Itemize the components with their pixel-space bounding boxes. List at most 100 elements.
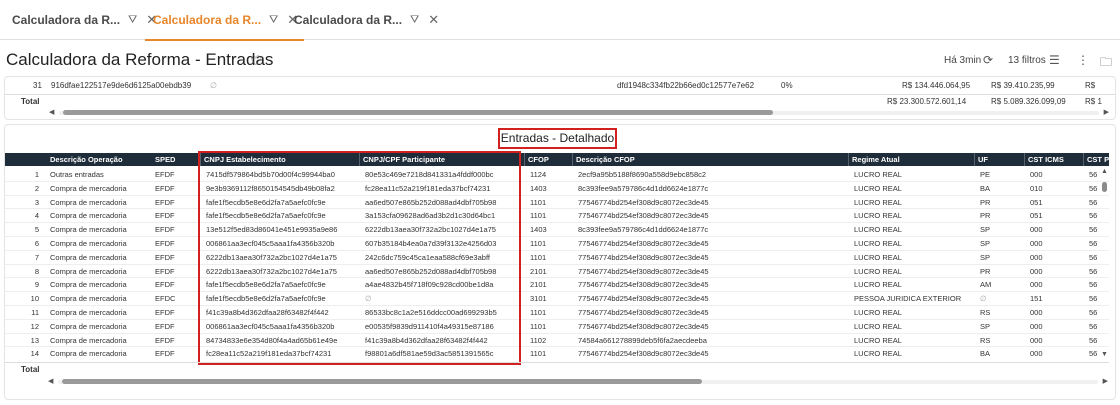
total-value: R$ 5.089.326.099,09 [991, 97, 1066, 106]
row-number: 10 [30, 294, 39, 304]
table-cell: 77546774bd254ef308d9c8072ec3de45 [578, 197, 709, 207]
table-row[interactable]: 8 Compra de mercadoria EFDF 6222db13aea30f7… [5, 265, 1109, 279]
table-cell: LUCRO REAL [854, 170, 902, 179]
table-cell: 74584a661278899deb5f6fa2aecdeeba [578, 335, 707, 345]
row-number: 9 [34, 280, 39, 290]
table-cell: 151 [1030, 294, 1043, 304]
column-header[interactable]: Descrição CFOP [572, 153, 635, 166]
table-cell: 56 [1089, 308, 1098, 317]
table-cell: 77546774bd254ef308d9c8072ec3de45 [578, 321, 709, 331]
table-cell: LUCRO REAL [854, 335, 902, 345]
table-cell: LUCRO REAL [854, 211, 902, 221]
column-header[interactable]: CFOP [524, 153, 549, 166]
scroll-right-icon[interactable]: ▶ [1104, 108, 1109, 116]
table-cell: Compra de mercadoria [50, 197, 127, 207]
table-cell: 010 [1030, 183, 1043, 193]
vertical-scrollbar[interactable]: ▲ ▼ [1100, 168, 1109, 358]
table-row[interactable]: 10 Compra de mercadoria EFDC fafe1f5ecdb5e8… [5, 292, 1109, 306]
table-row[interactable]: 6 Compra de mercadoria EFDF 006861aa3ecf045… [5, 237, 1109, 251]
table-cell: Compra de mercadoria [50, 211, 127, 221]
table-row[interactable]: 5 Compra de mercadoria EFDF 13e512f5ed83d86… [5, 223, 1109, 237]
row-number: 8 [34, 266, 39, 276]
tab-2[interactable]: Calculadora da R... ⛛ ✕ [144, 0, 305, 41]
table-cell: 1102 [530, 335, 547, 345]
table-cell: EFDF [155, 252, 175, 262]
table-row[interactable]: 3 Compra de mercadoria EFDF fafe1f5ecdb5e8e… [5, 196, 1109, 210]
filters-count[interactable]: 13 filtros [1008, 55, 1046, 66]
table-cell: BA [980, 349, 991, 359]
heart-icon[interactable]: ♡ [250, 53, 262, 69]
scroll-right-icon[interactable]: ▶ [1103, 377, 1108, 385]
scroll-thumb[interactable] [62, 379, 702, 384]
scroll-left-icon[interactable]: ◀ [49, 108, 54, 116]
table-row[interactable]: 11 Compra de mercadoria EFDF f41c39a8b4d362… [5, 306, 1109, 320]
table-header: Descrição Operação SPED CNPJ Estabelecim… [5, 153, 1111, 166]
row-number: 12 [30, 321, 39, 331]
table-cell: PESSOA JURIDICA EXTERIOR [854, 294, 962, 304]
row-number: 11 [31, 308, 39, 317]
horizontal-scrollbar[interactable]: ◀ ▶ [49, 108, 1109, 117]
refresh-icon[interactable]: ⟳ [983, 53, 993, 67]
close-icon[interactable]: ✕ [428, 12, 439, 28]
table-row[interactable]: 14 Compra de mercadoria EFDF fc28ea11c52a21… [5, 347, 1109, 360]
tab-1[interactable]: Calculadora da R... ⛛ ✕ [12, 0, 157, 40]
table-cell: EFDF [155, 239, 175, 248]
table-cell: Compra de mercadoria [50, 308, 127, 317]
table-cell: BA [980, 183, 991, 193]
table-cell: RS [980, 308, 991, 317]
row-number: 3 [34, 197, 39, 207]
row-number: 13 [30, 335, 39, 345]
table-row[interactable]: 12 Compra de mercadoria EFDF 006861aa3ecf04… [5, 320, 1109, 334]
table-cell: 77546774bd254ef308d9c8072ec3de45 [578, 266, 709, 276]
table-cell: 56 [1089, 197, 1098, 207]
cell: R$ 39.410.235,99 [991, 81, 1055, 90]
table-row[interactable]: 4 Compra de mercadoria EFDF fafe1f5ecdb5e8e… [5, 209, 1109, 224]
table-cell: LUCRO REAL [854, 349, 902, 359]
table-row[interactable]: 13 Compra de mercadoria EFDF 84734833e6e354… [5, 334, 1109, 348]
table-cell: 56 [1089, 225, 1098, 235]
table-cell: 1101 [530, 308, 547, 317]
empty-cell: ∅ [210, 81, 217, 90]
table-row[interactable]: 2 Compra de mercadoria EFDF 9e3b9369112f865… [5, 182, 1109, 196]
tab-label: Calculadora da R... [12, 13, 121, 27]
table-cell: Compra de mercadoria [50, 183, 127, 193]
table-row[interactable]: 9 Compra de mercadoria EFDF fafe1f5ecdb5e8e… [5, 278, 1109, 293]
column-header[interactable]: SPED [152, 153, 175, 166]
scroll-up-icon[interactable]: ▲ [1101, 168, 1108, 175]
table-row[interactable]: 1 Outras entradas EFDF 7415df579864bd5b70d0… [5, 168, 1109, 182]
column-header[interactable]: CST PI [1083, 153, 1111, 166]
filter-icon[interactable]: ⛛ [269, 14, 278, 27]
table-cell: 1101 [530, 211, 547, 221]
column-header[interactable]: CST ICMS [1024, 153, 1064, 166]
table-cell: 2ecf9a95b5188f8690a558d9ebc858c2 [578, 170, 707, 179]
horizontal-scrollbar[interactable]: ◀ ▶ [48, 377, 1108, 386]
column-header[interactable]: UF [974, 153, 988, 166]
last-updated: Há 3min [944, 55, 982, 66]
scroll-thumb[interactable] [63, 110, 773, 115]
filter-icon[interactable]: ⛛ [128, 14, 137, 27]
scroll-left-icon[interactable]: ◀ [48, 377, 53, 385]
table-cell: 56 [1089, 280, 1098, 290]
table-cell: RS [980, 335, 991, 345]
table-cell: EFDF [155, 266, 175, 276]
table-cell: 1101 [530, 239, 547, 248]
scroll-down-icon[interactable]: ▼ [1101, 351, 1108, 358]
table-cell: 000 [1030, 280, 1043, 290]
table-cell: Compra de mercadoria [50, 266, 127, 276]
filter-icon[interactable]: ⛛ [410, 14, 419, 27]
tab-3[interactable]: Calculadora da R... ⛛ ✕ [294, 0, 439, 40]
column-header[interactable]: Descrição Operação [47, 153, 123, 166]
table-cell: 56 [1089, 335, 1098, 345]
folder-icon[interactable]: 🗀 [1100, 53, 1112, 74]
table-cell: 56 [1089, 211, 1098, 221]
table-cell: 77546774bd254ef308d9c8072ec3de45 [578, 252, 709, 262]
table-row[interactable]: 7 Compra de mercadoria EFDF 6222db13aea30f7… [5, 251, 1109, 265]
column-header[interactable]: Regime Atual [848, 153, 900, 166]
table-cell: 000 [1030, 321, 1043, 331]
table-cell: 1101 [530, 197, 547, 207]
more-vertical-icon[interactable]: ⋮ [1077, 53, 1089, 67]
scroll-thumb[interactable] [1102, 182, 1107, 192]
filter-lines-icon[interactable]: ☰ [1049, 53, 1060, 67]
table-cell: LUCRO REAL [854, 239, 902, 248]
table-cell: 1101 [530, 252, 547, 262]
